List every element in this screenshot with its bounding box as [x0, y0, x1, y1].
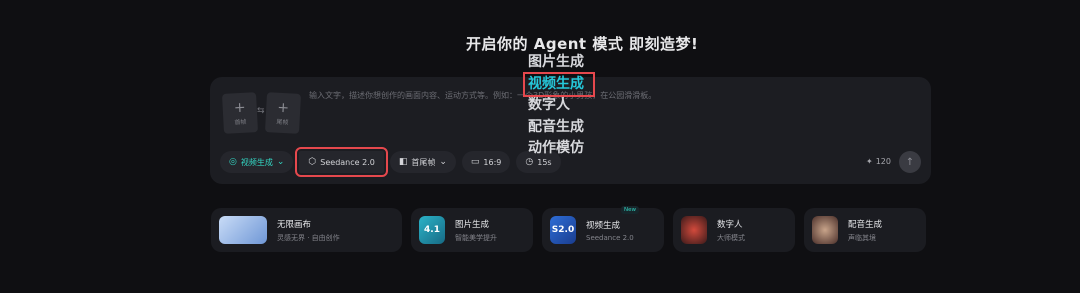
plus-icon: +	[233, 99, 246, 116]
card-title: 配音生成	[848, 219, 883, 230]
menu-item-dubbing[interactable]: 配音生成	[525, 117, 605, 139]
aspect-ratio-icon: ▭	[470, 157, 480, 167]
card-video-generation[interactable]: S2.0 视频生成 Seedance 2.0 New	[542, 206, 664, 252]
digital-human-thumbnail	[681, 216, 707, 244]
card-subtitle: 声临其境	[848, 233, 876, 242]
ratio-label: 16:9	[483, 157, 502, 167]
plus-icon: +	[277, 99, 290, 116]
mode-label: 视频生成	[240, 157, 273, 167]
card-title: 图片生成	[455, 219, 490, 230]
card-subtitle: Seedance 2.0	[586, 233, 634, 242]
card-subtitle: 大师模式	[717, 233, 745, 242]
model-label: Seedance 2.0	[320, 157, 375, 167]
model-select[interactable]: ⬡ Seedance 2.0	[295, 147, 388, 177]
ratio-select[interactable]: ▭ 16:9	[461, 151, 511, 173]
canvas-thumbnail	[219, 216, 267, 244]
last-frame-upload[interactable]: + 尾帧	[264, 92, 302, 134]
arrow-up-icon: ↑	[905, 156, 915, 168]
new-badge: New	[621, 206, 639, 214]
credits-indicator: ✦ 120	[866, 157, 891, 166]
page-headline: 开启你的 Agent 模式 即刻造梦!	[466, 35, 699, 53]
card-subtitle: 灵感无界 · 自由创作	[277, 233, 340, 242]
card-image-generation[interactable]: 4.1 图片生成 智能美学提升	[411, 208, 533, 252]
send-button[interactable]: ↑	[899, 151, 921, 173]
first-frame-upload[interactable]: + 首帧	[221, 92, 259, 134]
menu-item-video[interactable]: 视频生成	[523, 71, 595, 97]
card-dubbing[interactable]: 配音生成 声临其境	[804, 208, 926, 252]
mode-select[interactable]: ◎ 视频生成 ⌄	[220, 151, 294, 173]
frames-icon: ◧	[398, 157, 408, 167]
chevron-down-icon: ⌄	[439, 157, 447, 167]
last-frame-label: 尾帧	[276, 118, 289, 126]
video-gen-thumbnail: S2.0	[550, 216, 576, 244]
mode-dropdown-menu: 图片生成 视频生成 数字人 配音生成 动作模仿	[523, 52, 605, 160]
composer-toolbar: ◎ 视频生成 ⌄ ⬡ Seedance 2.0 ◧ 首尾帧 ⌄ ▭ 16:9 ◷…	[220, 147, 561, 177]
cube-icon: ⬡	[308, 157, 317, 167]
card-title: 视频生成	[586, 220, 621, 231]
dubbing-thumbnail	[812, 216, 838, 244]
card-digital-human[interactable]: 数字人 大师模式	[673, 208, 795, 252]
video-mode-icon: ◎	[229, 157, 237, 167]
swap-icon[interactable]: ⇆	[257, 106, 265, 116]
card-title: 数字人	[717, 219, 743, 230]
menu-item-motion[interactable]: 动作模仿	[525, 138, 605, 160]
card-title: 无限画布	[277, 219, 312, 230]
credits-value: 120	[875, 157, 891, 166]
first-frame-label: 首帧	[234, 118, 247, 126]
image-gen-thumbnail: 4.1	[419, 216, 445, 244]
card-subtitle: 智能美学提升	[455, 233, 497, 242]
card-infinite-canvas[interactable]: 无限画布 灵感无界 · 自由创作	[211, 208, 402, 252]
feature-cards: 无限画布 灵感无界 · 自由创作 4.1 图片生成 智能美学提升 S2.0 视频…	[211, 206, 926, 252]
menu-item-digital-human[interactable]: 数字人	[525, 95, 605, 117]
sparkle-icon: ✦	[866, 157, 873, 166]
menu-item-image[interactable]: 图片生成	[525, 52, 605, 74]
frames-select[interactable]: ◧ 首尾帧 ⌄	[389, 151, 456, 173]
chevron-down-icon: ⌄	[276, 157, 285, 167]
frames-label: 首尾帧	[411, 157, 436, 167]
